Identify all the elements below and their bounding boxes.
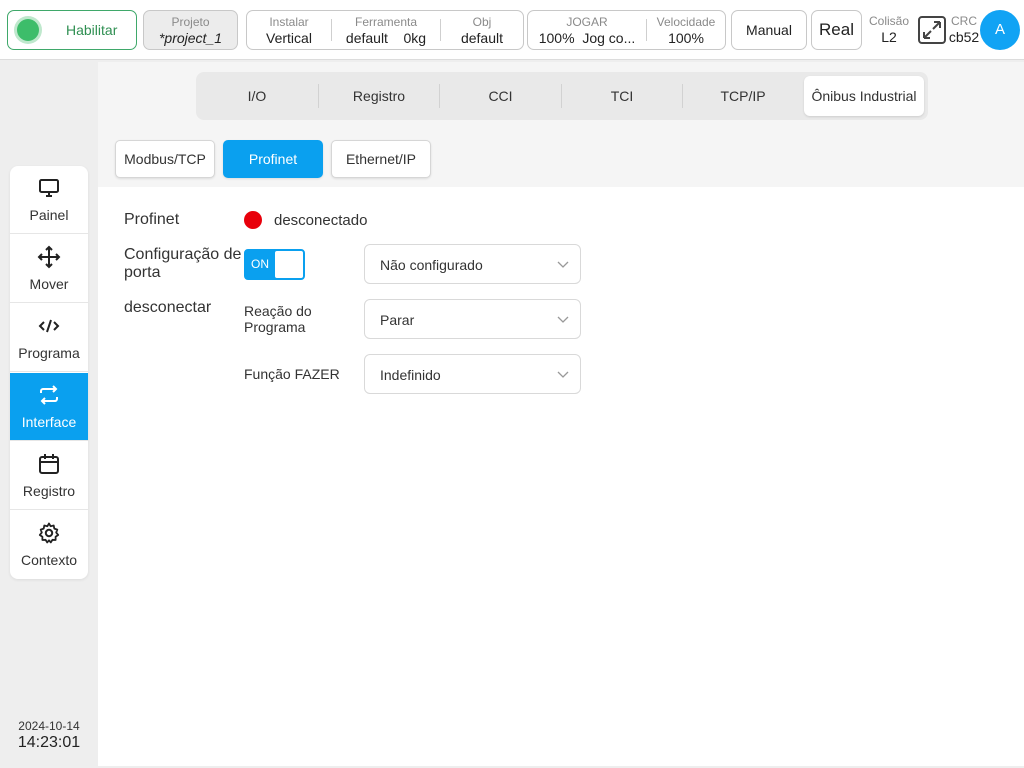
profinet-title: Profinet	[124, 211, 180, 228]
sidebar-item-interface[interactable]: Interface	[10, 373, 88, 441]
install-label: Instalar	[269, 15, 309, 29]
sidebar-item-label: Contexto	[20, 552, 78, 568]
toggle-on-label: ON	[251, 257, 269, 271]
fullscreen-icon[interactable]	[918, 16, 946, 44]
do-function-label: Função FAZER	[244, 366, 340, 382]
current-date: 2024-10-14	[18, 719, 80, 733]
sidebar-item-painel[interactable]: Painel	[10, 166, 88, 234]
port-config-toggle[interactable]: ON	[244, 249, 305, 280]
do-function-select-value: Indefinido	[380, 367, 441, 383]
jog-label: JOGAR	[566, 15, 608, 29]
enable-button[interactable]: Habilitar	[7, 10, 137, 50]
install-tool-obj-group[interactable]: Instalar Vertical Ferramenta default 0kg…	[246, 10, 524, 50]
speed-label: Velocidade	[656, 15, 716, 29]
jog-mode: Jog co...	[582, 30, 636, 46]
real-label: Real	[819, 20, 854, 39]
disconnect-label: desconectar	[124, 299, 212, 316]
tab-industrial-bus[interactable]: Ônibus Industrial	[804, 76, 924, 116]
port-config-select[interactable]: Não configurado	[364, 244, 581, 284]
tab-tci[interactable]: TCI	[562, 72, 682, 120]
program-reaction-select-value: Parar	[380, 312, 415, 328]
collision-value: L2	[881, 29, 897, 45]
sidebar-item-label: Registro	[22, 483, 76, 499]
code-icon	[38, 319, 60, 333]
project-label: Projeto	[171, 15, 210, 29]
tool-label: Ferramenta	[354, 15, 418, 29]
crc-indicator: CRC cb52	[948, 14, 980, 45]
port-config-label: Configuração de porta	[124, 246, 242, 281]
manual-mode-button[interactable]: Manual	[731, 10, 807, 50]
top-bar: Habilitar Projeto *project_1 Instalar Ve…	[0, 0, 1024, 60]
crc-value: cb52	[948, 29, 980, 45]
toggle-knob	[275, 251, 303, 278]
tab-io[interactable]: I/O	[196, 72, 318, 120]
sidebar-item-contexto[interactable]: Contexto	[10, 511, 88, 579]
sidebar-item-label: Mover	[29, 276, 69, 292]
swap-arrows-icon	[40, 385, 58, 405]
real-mode-button[interactable]: Real	[811, 10, 862, 50]
current-time: 14:23:01	[17, 734, 81, 751]
program-reaction-select[interactable]: Parar	[364, 299, 581, 339]
jog-speed-group[interactable]: JOGAR 100% Jog co... Velocidade 100%	[527, 10, 726, 50]
gear-icon	[38, 522, 60, 544]
connection-status-dot	[244, 211, 262, 229]
main-sidebar: Painel Mover Programa Interface Registro	[10, 166, 88, 579]
collision-label: Colisão	[868, 14, 910, 28]
crc-label: CRC	[951, 14, 977, 28]
chevron-down-icon	[557, 371, 569, 378]
calendar-icon	[39, 454, 59, 474]
speed-cell[interactable]: Velocidade 100%	[647, 11, 725, 49]
connection-status-text: desconectado	[274, 212, 368, 229]
jog-cell[interactable]: JOGAR 100% Jog co...	[528, 11, 646, 49]
obj-label: Obj	[472, 15, 492, 29]
do-function-select[interactable]: Indefinido	[364, 354, 581, 394]
subtab-modbus-tcp[interactable]: Modbus/TCP	[115, 140, 215, 178]
program-reaction-label: Reação do Programa	[244, 303, 312, 335]
jog-percent: 100%	[538, 30, 575, 46]
tool-name: default	[345, 30, 388, 46]
interface-tab-bar: I/O Registro CCI TCI TCP/IP Ônibus Indus…	[196, 72, 928, 120]
enable-label: Habilitar	[66, 22, 118, 38]
sidebar-item-registro[interactable]: Registro	[10, 442, 88, 510]
tab-registro[interactable]: Registro	[319, 72, 439, 120]
obj-cell[interactable]: Obj default	[441, 11, 523, 49]
tool-cell[interactable]: Ferramenta default 0kg	[332, 11, 440, 49]
move-arrows-icon	[37, 245, 61, 269]
tab-tcp-ip[interactable]: TCP/IP	[683, 72, 803, 120]
tool-value: default 0kg	[332, 30, 440, 46]
install-value: Vertical	[266, 30, 312, 46]
collision-indicator[interactable]: Colisão L2	[868, 14, 910, 45]
sidebar-item-label: Painel	[29, 207, 69, 223]
chevron-down-icon	[557, 316, 569, 323]
subtab-ethernet-ip[interactable]: Ethernet/IP	[331, 140, 431, 178]
project-selector[interactable]: Projeto *project_1	[143, 10, 238, 50]
user-avatar[interactable]: A	[980, 10, 1020, 50]
monitor-icon	[39, 179, 59, 197]
tab-cci[interactable]: CCI	[440, 72, 561, 120]
sidebar-item-programa[interactable]: Programa	[10, 304, 88, 372]
project-value: *project_1	[158, 30, 223, 46]
obj-value: default	[460, 30, 504, 46]
jog-value: 100% Jog co...	[528, 30, 646, 46]
sidebar-item-label: Interface	[21, 414, 77, 430]
subtab-profinet[interactable]: Profinet	[223, 140, 323, 178]
sidebar-item-label: Programa	[18, 345, 80, 361]
chevron-down-icon	[557, 261, 569, 268]
speed-value: 100%	[668, 30, 704, 46]
port-config-select-value: Não configurado	[380, 257, 483, 273]
sidebar-item-mover[interactable]: Mover	[10, 235, 88, 303]
manual-label: Manual	[746, 22, 792, 38]
tool-load: 0kg	[403, 30, 427, 46]
enable-status-dot	[17, 19, 39, 41]
install-cell[interactable]: Instalar Vertical	[247, 11, 331, 49]
